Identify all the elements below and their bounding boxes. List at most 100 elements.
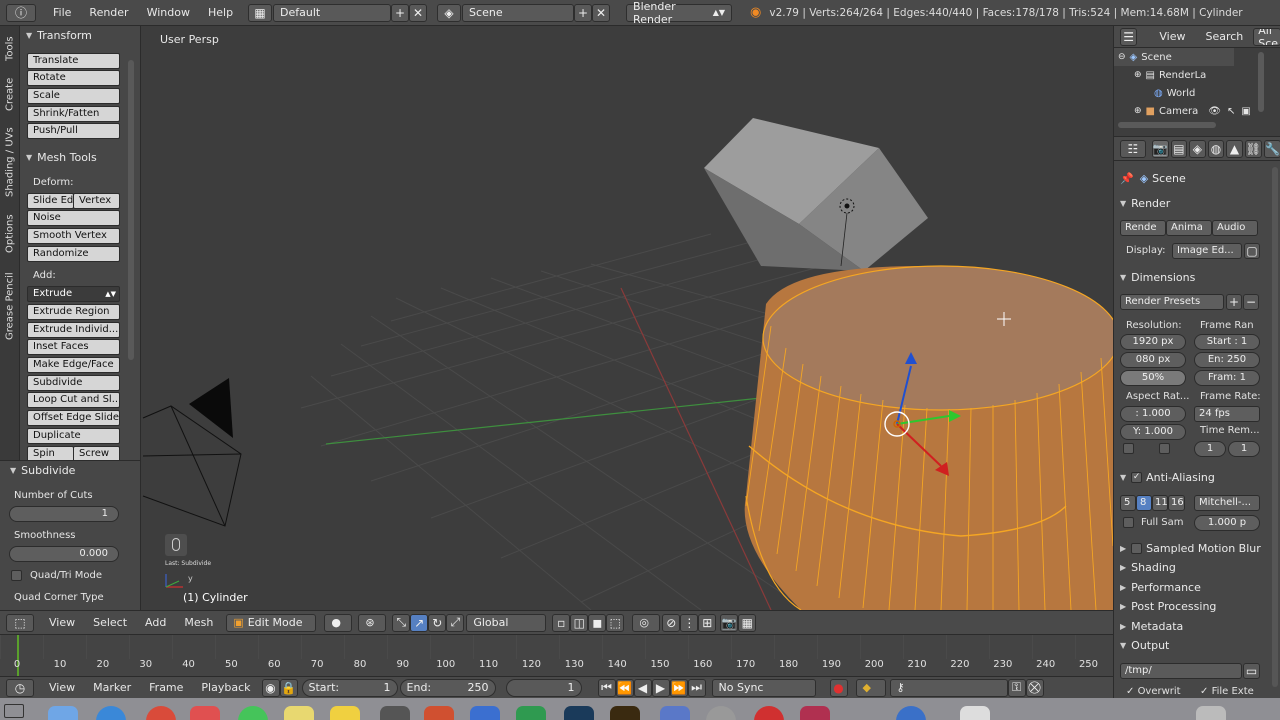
render-engine-select[interactable]: Blender Render ▲▼	[626, 0, 733, 26]
shrink-fatten-button[interactable]: Shrink/Fatten	[27, 106, 120, 122]
magnet-snap-icon[interactable]: ⊘	[662, 613, 681, 632]
quad-tri-checkbox[interactable]	[11, 570, 22, 581]
snap-target-icon[interactable]: ⊞	[698, 613, 717, 632]
tab-options[interactable]: Options	[2, 208, 18, 260]
scene-select[interactable]: Scene	[462, 3, 575, 22]
cursor-select-icon[interactable]: ↖	[1227, 106, 1235, 117]
display-options-icon[interactable]: ▢	[1244, 243, 1260, 259]
vertex-select-icon[interactable]: ▫	[552, 613, 571, 632]
start-frame-field[interactable]: Start: 1	[301, 678, 398, 697]
resolution-percent-field[interactable]: 50%	[1120, 370, 1186, 386]
output-panel-header[interactable]: ▼ Output	[1120, 636, 1169, 654]
overwrite-option[interactable]: ✓ Overwrit	[1126, 686, 1181, 697]
anti-aliasing-panel-header[interactable]: ▼ ✓ Anti-Aliasing	[1120, 468, 1215, 486]
eye-icon[interactable]: 👁	[1208, 106, 1221, 117]
outliner-editor-icon[interactable]: ☰	[1120, 27, 1138, 46]
performance-panel-header[interactable]: ▶ Performance	[1120, 578, 1201, 596]
outliner-item-renderlayers[interactable]: ⊕ ▤ RenderLa	[1134, 66, 1206, 84]
resolution-x-field[interactable]: 1920 px	[1120, 334, 1186, 350]
notes-icon[interactable]	[284, 706, 314, 720]
post-processing-panel-header[interactable]: ▶ Post Processing	[1120, 597, 1216, 615]
aspect-x-field[interactable]: : 1.000	[1120, 406, 1186, 422]
viewport-menu-select[interactable]: Select	[84, 616, 136, 629]
printer-icon[interactable]	[960, 706, 990, 720]
properties-editor-icon[interactable]: ☷	[1120, 139, 1146, 158]
aa-filter-select[interactable]: Mitchell-...	[1194, 495, 1260, 511]
app-icon-circle-red[interactable]	[754, 706, 784, 720]
calendar-icon[interactable]	[190, 706, 220, 720]
noise-button[interactable]: Noise	[27, 210, 120, 226]
time-new-field[interactable]: 1	[1228, 441, 1260, 457]
active-keying-set[interactable]: ⚷	[889, 678, 1008, 697]
collapse-icon[interactable]: ⊖	[1118, 52, 1126, 62]
metadata-panel-header[interactable]: ▶ Metadata	[1120, 617, 1183, 635]
render-presets-select[interactable]: Render Presets	[1120, 294, 1224, 310]
timeline-menu-marker[interactable]: Marker	[84, 681, 140, 694]
add-preset-icon[interactable]: +	[1226, 294, 1242, 310]
outliner-item-scene[interactable]: ⊖ ◈ Scene	[1114, 48, 1234, 66]
render-panel-header[interactable]: ▼ Render	[1120, 194, 1170, 212]
randomize-button[interactable]: Randomize	[27, 246, 120, 262]
remove-preset-icon[interactable]: −	[1243, 294, 1259, 310]
frame-rate-select[interactable]: 24 fps	[1194, 406, 1260, 422]
insert-keyframe-icon[interactable]: ⚿	[1007, 678, 1026, 697]
aa-samples-16[interactable]: 16	[1168, 495, 1185, 511]
outliner-scrollbar-h[interactable]	[1118, 122, 1216, 128]
cube-object[interactable]	[704, 118, 928, 271]
output-path-field[interactable]: /tmp/	[1120, 663, 1242, 679]
play-icon[interactable]: ▶	[651, 678, 670, 697]
menu-help[interactable]: Help	[199, 6, 242, 19]
viewport-menu-view[interactable]: View	[40, 616, 84, 629]
transform-panel-header[interactable]: ▼ Transform	[20, 26, 92, 44]
frame-start-field[interactable]: Start : 1	[1194, 334, 1260, 350]
translate-button[interactable]: Translate	[27, 53, 120, 69]
3d-viewport[interactable]: User Persp Last: Subdivide y (1) Cylinde…	[141, 26, 1113, 610]
make-edge-face-button[interactable]: Make Edge/Face	[27, 357, 120, 373]
dimensions-panel-header[interactable]: ▼ Dimensions	[1120, 268, 1195, 286]
modifiers-tab-icon[interactable]: 🔧	[1264, 139, 1280, 158]
manipulator-toggle-icon[interactable]: ⤡	[392, 613, 411, 632]
window-icon[interactable]	[4, 704, 24, 718]
app-icon-blue[interactable]	[660, 706, 690, 720]
chrome-icon[interactable]	[146, 706, 176, 720]
world-tab-icon[interactable]: ◍	[1207, 139, 1225, 158]
expand-icon[interactable]: ⊕	[1134, 70, 1142, 80]
edge-select-icon[interactable]: ◫	[570, 613, 589, 632]
messages-icon[interactable]	[238, 706, 268, 720]
app-icon-dark[interactable]	[380, 706, 410, 720]
motion-blur-checkbox[interactable]	[1131, 542, 1143, 554]
tab-shading-uvs[interactable]: Shading / UVs	[2, 120, 18, 204]
aspect-y-field[interactable]: Y: 1.000	[1120, 424, 1186, 440]
snap-element-icon[interactable]: ⋮	[680, 613, 699, 632]
camera-object[interactable]	[142, 378, 242, 527]
app-icon-red[interactable]	[424, 706, 454, 720]
trash-icon[interactable]	[1196, 706, 1226, 720]
extrude-region-button[interactable]: Extrude Region	[27, 304, 120, 320]
current-frame-field[interactable]: 1	[505, 678, 582, 697]
jump-end-icon[interactable]: ⏭	[687, 678, 706, 697]
subdivide-panel-header[interactable]: ▼ Subdivide	[4, 461, 75, 479]
menu-window[interactable]: Window	[138, 6, 199, 19]
motion-blur-panel-header[interactable]: ▶ Sampled Motion Blur	[1120, 539, 1261, 557]
render-audio-button[interactable]: Audio	[1212, 220, 1258, 236]
safari-icon[interactable]	[96, 706, 126, 720]
time-old-field[interactable]: 1	[1194, 441, 1226, 457]
menu-file[interactable]: File	[44, 6, 80, 19]
render-image-button[interactable]: Rende	[1120, 220, 1166, 236]
viewport-menu-mesh[interactable]: Mesh	[175, 616, 222, 629]
resolution-y-field[interactable]: 080 px	[1120, 352, 1186, 368]
inset-faces-button[interactable]: Inset Faces	[27, 339, 120, 355]
mesh-tools-panel-header[interactable]: ▼ Mesh Tools	[20, 148, 97, 166]
aa-samples-5[interactable]: 5	[1120, 495, 1136, 511]
outliner-scrollbar-v[interactable]	[1258, 52, 1264, 112]
push-pull-button[interactable]: Push/Pull	[27, 123, 120, 139]
remove-scene-icon[interactable]: ✕	[592, 3, 611, 22]
jump-keyframe-forward-icon[interactable]: ⏩	[669, 678, 688, 697]
outliner-menu-search[interactable]: Search	[1185, 30, 1243, 43]
photoshop-icon[interactable]	[564, 706, 594, 720]
opengl-anim-icon[interactable]: ▦	[738, 613, 757, 632]
aa-samples-8[interactable]: 8	[1136, 495, 1152, 511]
offset-edge-slide-button[interactable]: Offset Edge Slide	[27, 410, 120, 426]
layout-select[interactable]: Default	[273, 3, 392, 22]
shading-panel-header[interactable]: ▶ Shading	[1120, 558, 1176, 576]
